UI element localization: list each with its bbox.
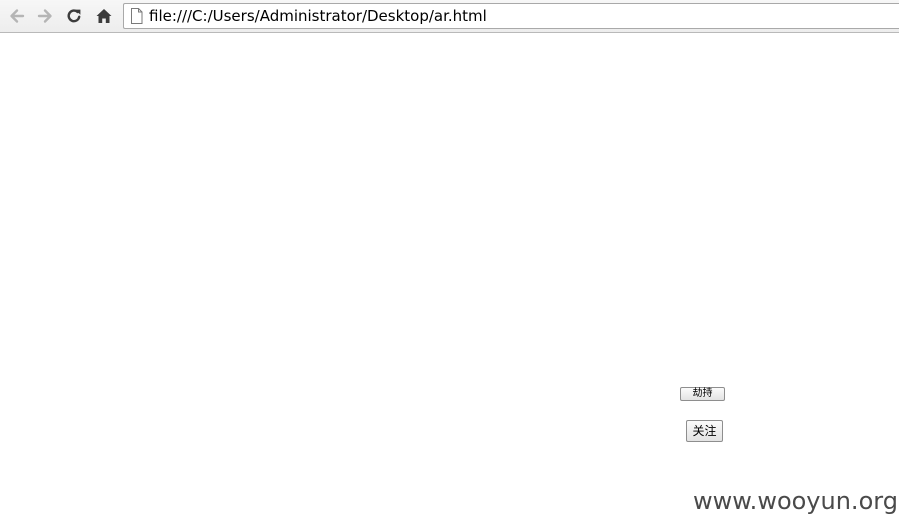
watermark: www.wooyun.org bbox=[693, 487, 898, 515]
browser-toolbar: file:///C:/Users/Administrator/Desktop/a… bbox=[0, 0, 899, 33]
back-arrow-icon bbox=[10, 9, 25, 23]
address-bar[interactable]: file:///C:/Users/Administrator/Desktop/a… bbox=[123, 3, 899, 29]
back-button[interactable] bbox=[6, 5, 28, 27]
forward-button[interactable] bbox=[34, 5, 56, 27]
home-icon bbox=[96, 9, 112, 23]
reload-icon bbox=[67, 9, 81, 23]
url-text[interactable]: file:///C:/Users/Administrator/Desktop/a… bbox=[149, 7, 487, 25]
hijack-button[interactable]: 劫持 bbox=[680, 387, 725, 401]
reload-button[interactable] bbox=[63, 5, 85, 27]
page-icon bbox=[131, 8, 143, 24]
forward-arrow-icon bbox=[37, 9, 52, 23]
follow-button[interactable]: 关注 bbox=[686, 420, 723, 442]
home-button[interactable] bbox=[93, 5, 115, 27]
